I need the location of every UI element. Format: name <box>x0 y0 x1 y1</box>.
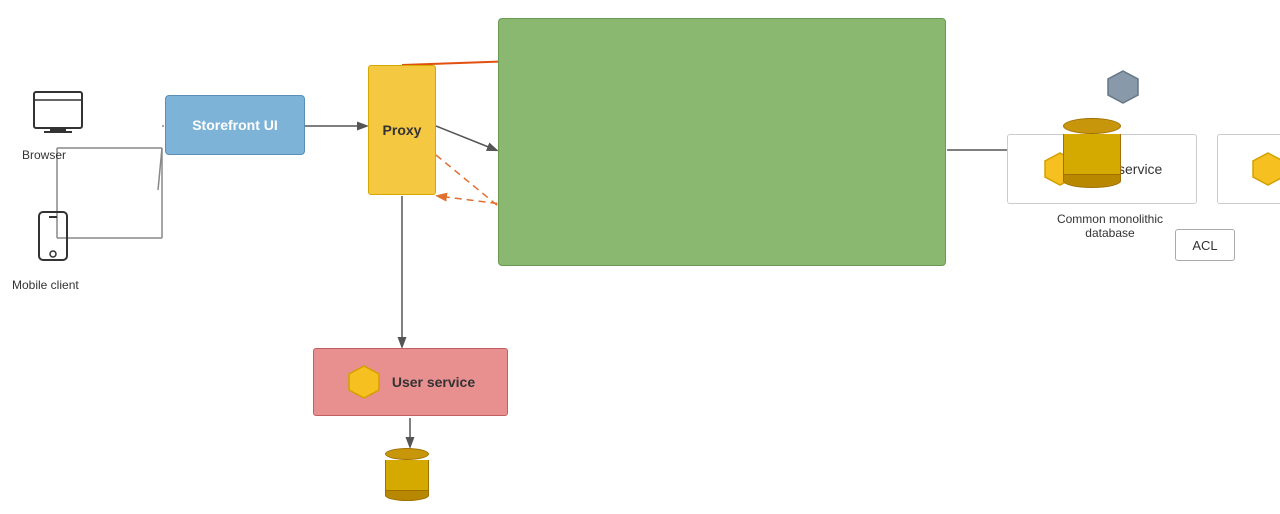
mobile-label: Mobile client <box>12 278 79 292</box>
acl-label: ACL <box>1192 238 1217 253</box>
proxy-box: Proxy <box>368 65 436 195</box>
proxy-label: Proxy <box>383 122 422 138</box>
acl-box: ACL <box>1175 229 1235 261</box>
diagram: Browser Mobile client Storefront UI Prox… <box>0 0 1280 514</box>
browser-icon <box>28 90 88 140</box>
browser-label: Browser <box>22 148 66 162</box>
db-top <box>1063 118 1121 134</box>
db-small-top <box>385 448 429 460</box>
user-service-bottom-box: User service <box>313 348 508 416</box>
db-main-label: Common monolithic database <box>1055 212 1165 240</box>
user-service-top-hex <box>1105 69 1141 105</box>
db-small-body <box>385 460 429 492</box>
account-service-box: Account service <box>1217 134 1280 204</box>
db-small-bottom <box>385 490 429 501</box>
user-service-bottom-hex <box>346 364 382 400</box>
storefront-label: Storefront UI <box>192 117 278 133</box>
db-body <box>1063 134 1121 176</box>
small-database <box>385 448 429 501</box>
mobile-icon <box>33 210 73 270</box>
db-cylinder-main <box>1063 118 1121 188</box>
main-database <box>1063 118 1121 188</box>
db-cylinder-small <box>385 448 429 501</box>
storefront-ui-box: Storefront UI <box>165 95 305 155</box>
green-container: User service Cart service Account servic… <box>498 18 946 266</box>
user-service-top-label: User service <box>1151 79 1234 95</box>
user-service-dashed-box: User service <box>1055 49 1280 124</box>
db-bottom <box>1063 174 1121 188</box>
account-hex <box>1250 151 1280 187</box>
user-service-bottom-label: User service <box>392 374 475 390</box>
